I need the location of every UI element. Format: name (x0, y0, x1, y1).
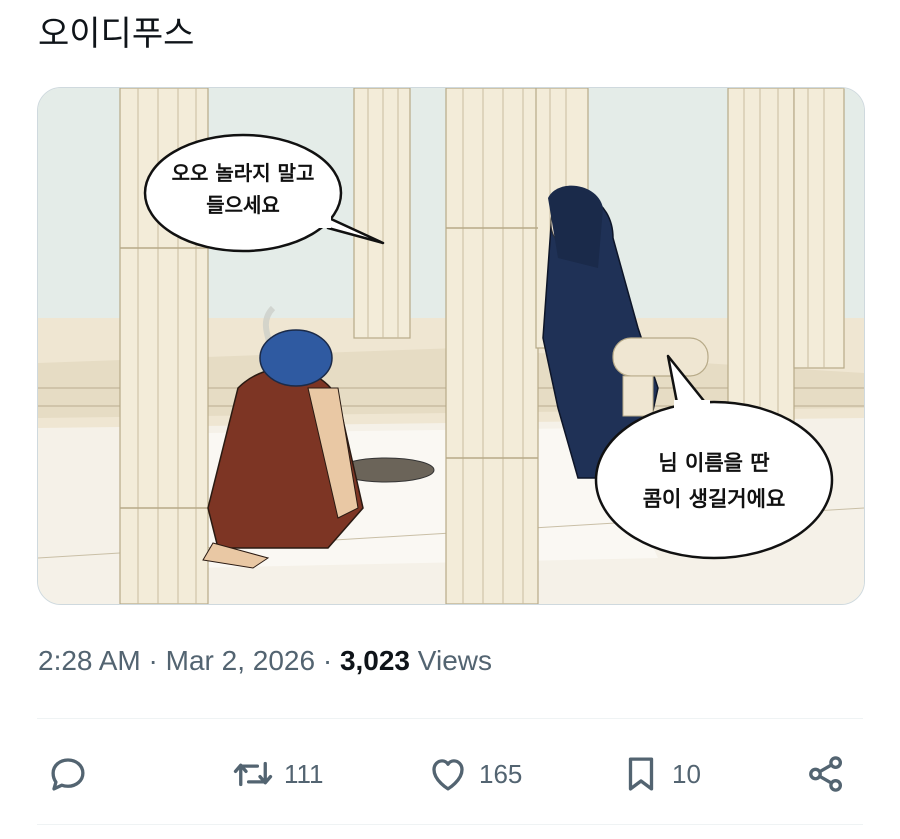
meta-separator-1: · (148, 645, 158, 676)
heart-icon (432, 759, 464, 791)
tweet-text: 오이디푸스 (38, 14, 195, 54)
tweet-time[interactable]: 2:28 AM (38, 645, 141, 676)
reply-button[interactable] (47, 752, 89, 796)
speech-bubble-1-line-1: 오오 놀라지 말고 (172, 161, 315, 185)
tweet-metadata: 2:28 AM · Mar 2, 2026 · 3,023 Views (38, 641, 492, 681)
divider-bottom (37, 824, 863, 825)
reply-icon (51, 758, 85, 791)
divider-top (37, 718, 863, 719)
speech-bubble-2-line-2: 콤이 생길거에요 (643, 487, 786, 511)
like-count: 165 (479, 758, 523, 789)
bookmark-icon (628, 757, 654, 791)
speech-bubble-1-line-2: 들으세요 (206, 193, 280, 217)
retweet-icon (233, 761, 273, 787)
bookmark-button[interactable]: 10 (620, 752, 701, 796)
tweet-media-image[interactable]: 오오 놀라지 말고 들으세요 님 이름을 딴 콤이 생길거에요 (37, 87, 865, 605)
share-button[interactable] (805, 752, 847, 796)
share-icon (809, 756, 843, 792)
speech-bubble-2-line-1: 님 이름을 딴 (658, 451, 769, 475)
bookmark-count: 10 (672, 758, 701, 789)
views-count: 3,023 (339, 645, 411, 676)
meta-separator-2: · (322, 645, 333, 676)
tweet-date[interactable]: Mar 2, 2026 (166, 645, 315, 676)
tweet-action-bar: 111 165 10 (37, 744, 863, 804)
like-button[interactable]: 165 (427, 752, 522, 796)
views-label: Views (417, 645, 492, 676)
retweet-button[interactable]: 111 (232, 752, 324, 796)
retweet-count: 111 (284, 758, 324, 789)
